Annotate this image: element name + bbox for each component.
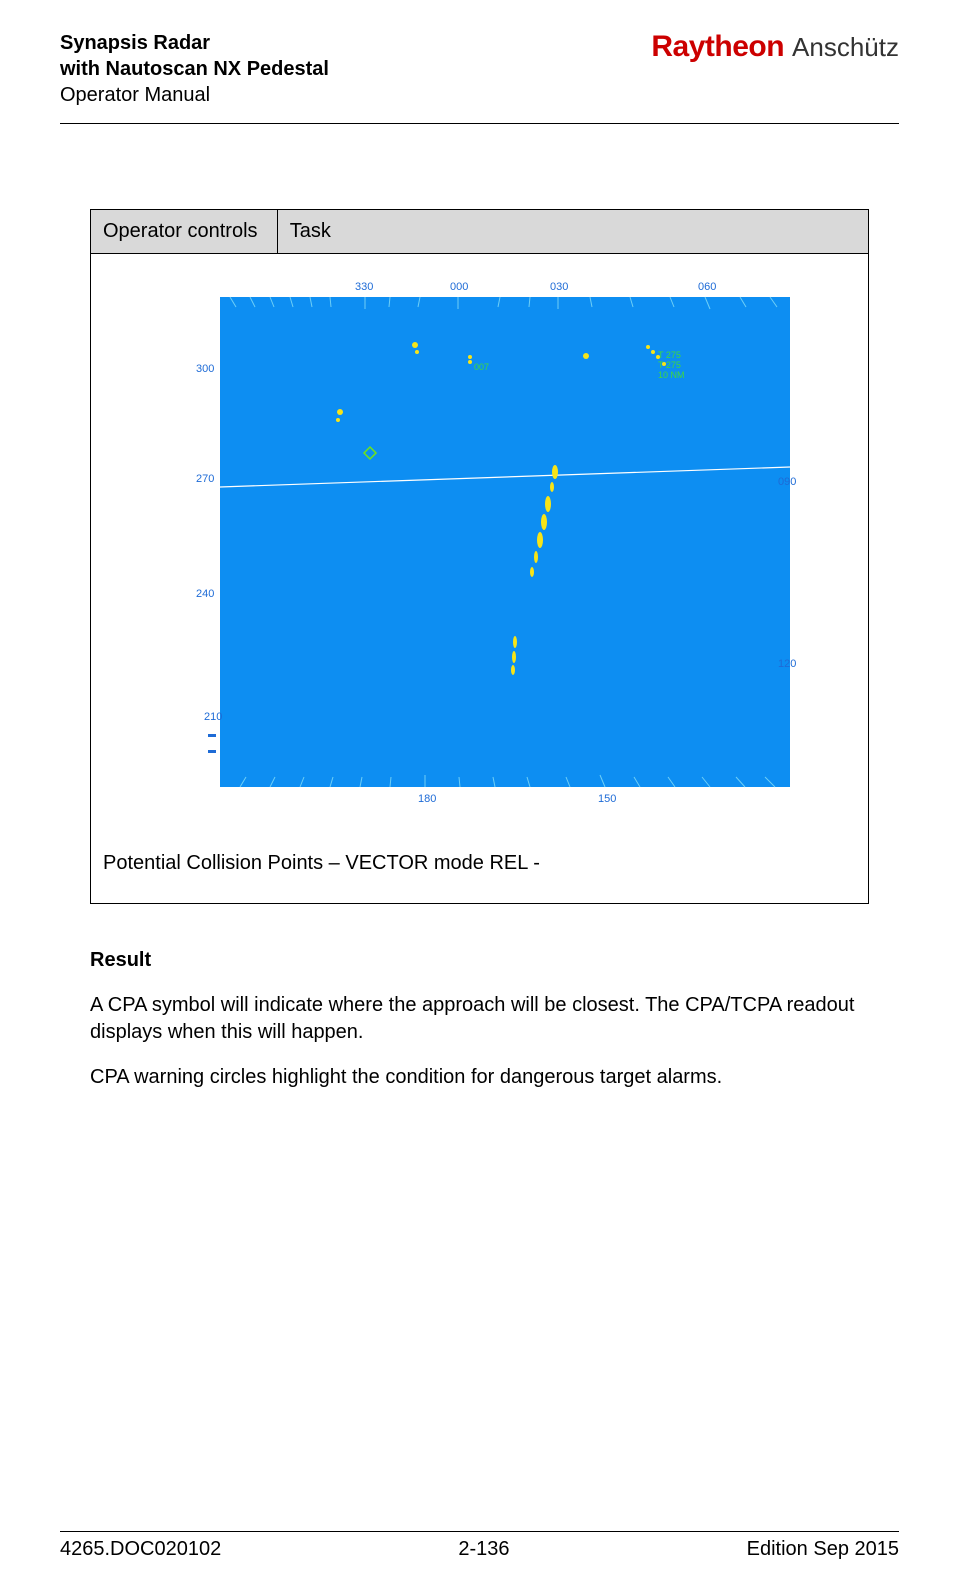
header-divider <box>60 123 899 124</box>
small-mark-2 <box>208 750 216 753</box>
figure-caption: Potential Collision Points – VECTOR mode… <box>99 812 860 875</box>
bearing-120: 120 <box>778 658 796 670</box>
title-line-3: Operator Manual <box>60 82 329 108</box>
bearing-330: 330 <box>355 281 373 293</box>
target-label-3: T 275 <box>658 360 681 370</box>
bearing-300: 300 <box>196 363 214 375</box>
table-header-operator-controls: Operator controls <box>91 210 278 254</box>
footer-doc-number: 4265.DOC020102 <box>60 1538 221 1561</box>
target-label-4: 10 NM <box>658 370 685 380</box>
bearing-180: 180 <box>418 793 436 805</box>
document-title-block: Synapsis Radar with Nautoscan NX Pedesta… <box>60 30 329 108</box>
bearing-270: 270 <box>196 473 214 485</box>
page-header: Synapsis Radar with Nautoscan NX Pedesta… <box>0 0 959 118</box>
bearing-060: 060 <box>698 281 716 293</box>
bearing-210: 210 <box>204 711 222 723</box>
table-body-cell: 330 000 030 060 300 270 240 210 180 150 <box>91 254 869 904</box>
bearing-000: 000 <box>450 281 468 293</box>
result-paragraph-2: CPA warning circles highlight the condit… <box>90 1064 869 1109</box>
bearing-150: 150 <box>598 793 616 805</box>
footer-edition: Edition Sep 2015 <box>747 1538 899 1561</box>
radar-svg: 330 000 030 060 300 270 240 210 180 150 <box>160 272 800 812</box>
result-paragraph-1: A CPA symbol will indicate where the app… <box>90 992 869 1064</box>
table-header-task: Task <box>277 210 868 254</box>
main-content: Operator controls Task <box>0 129 959 1129</box>
footer-page: 2-136 <box>458 1538 509 1561</box>
table-header-row: Operator controls Task <box>91 210 869 254</box>
brand-anschuetz: Anschütz <box>792 32 899 63</box>
radar-display: 330 000 030 060 300 270 240 210 180 150 <box>160 272 800 812</box>
small-mark-1 <box>208 734 216 737</box>
title-line-2: with Nautoscan NX Pedestal <box>60 56 329 82</box>
footer-row: 4265.DOC020102 2-136 Edition Sep 2015 <box>60 1532 899 1561</box>
brand-block: Raytheon Anschütz <box>651 30 899 64</box>
radar-image-wrapper: 330 000 030 060 300 270 240 210 180 150 <box>99 272 860 812</box>
bearing-240: 240 <box>196 588 214 600</box>
result-section: Result A CPA symbol will indicate where … <box>90 904 869 1109</box>
bearing-030: 030 <box>550 281 568 293</box>
radar-ppi-bg <box>220 297 790 787</box>
target-label-2: T 275 <box>658 350 681 360</box>
page-footer: 4265.DOC020102 2-136 Edition Sep 2015 <box>60 1531 899 1561</box>
table-body-row: 330 000 030 060 300 270 240 210 180 150 <box>91 254 869 904</box>
title-line-1: Synapsis Radar <box>60 30 329 56</box>
target-label-1: 007 <box>474 362 489 372</box>
result-heading: Result <box>90 949 869 992</box>
bearing-090: 090 <box>778 476 796 488</box>
brand-raytheon: Raytheon <box>651 30 784 64</box>
operator-task-table: Operator controls Task <box>90 209 869 904</box>
